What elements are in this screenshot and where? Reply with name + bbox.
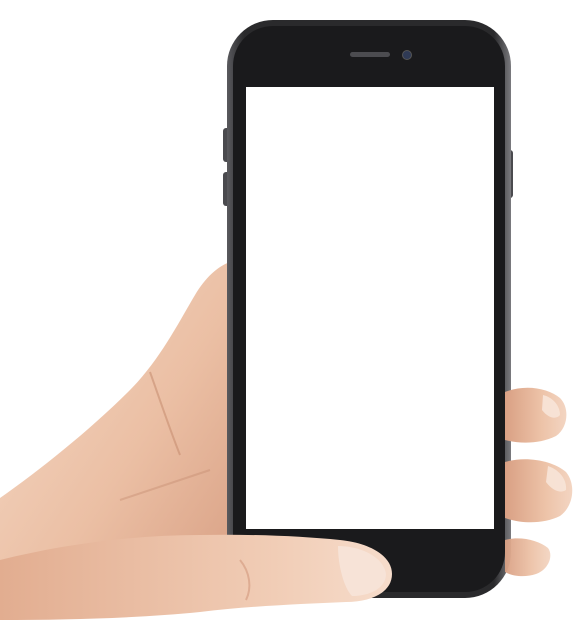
smartphone [223,20,513,598]
phone-screen[interactable] [246,87,494,529]
ring-finger [505,538,551,577]
hand-holding-phone-illustration [0,20,573,620]
speaker-grille-icon [350,52,390,57]
front-camera-icon [402,50,412,60]
fingers-right [505,387,573,577]
